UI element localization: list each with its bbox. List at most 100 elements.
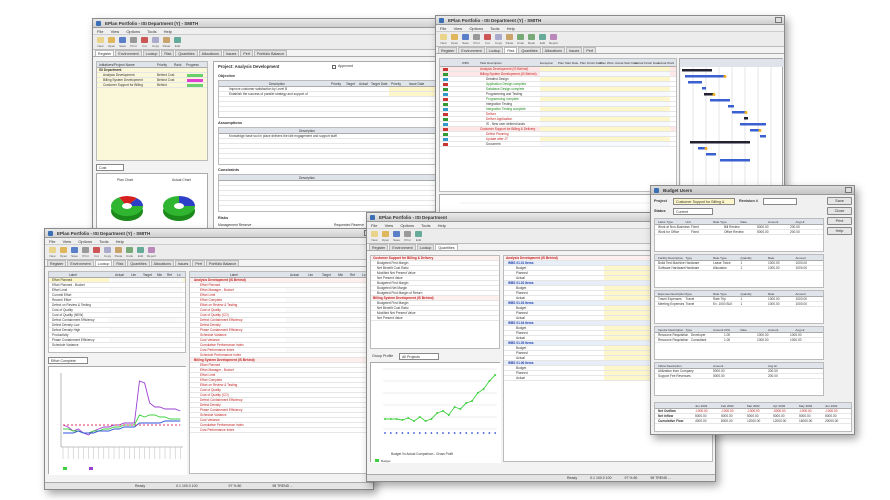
menu-view[interactable]: View xyxy=(63,239,72,244)
table-row[interactable]: Cumulative Flow 4000.00 8000.00 12000.00 120… xyxy=(655,419,851,424)
table-row[interactable] xyxy=(219,107,439,112)
tab-lookup[interactable]: Lookup xyxy=(94,260,113,266)
redo-button[interactable]: Redo xyxy=(527,33,536,45)
tab-perf[interactable]: Perf xyxy=(583,47,596,53)
table-row[interactable]: Work for Office Fixed Office Review 5000.00… xyxy=(655,230,823,235)
menu-tools[interactable]: Tools xyxy=(490,26,499,31)
menu-tools[interactable]: Tools xyxy=(99,239,108,244)
cut-button[interactable]: Cut xyxy=(483,33,492,45)
table-row[interactable] xyxy=(219,154,439,159)
tab-quantities[interactable]: Quantities xyxy=(127,260,150,266)
menu-file[interactable]: File xyxy=(371,223,377,228)
new-button[interactable]: New xyxy=(48,246,57,258)
menu-file[interactable]: File xyxy=(49,239,55,244)
tab-portfolio-balance[interactable]: Portfolio Balance xyxy=(205,260,240,266)
tab-lookup[interactable]: Lookup xyxy=(416,244,435,250)
menu-tools[interactable]: Tools xyxy=(147,29,156,34)
new-button[interactable]: New xyxy=(370,230,379,242)
print-button[interactable]: Print xyxy=(129,36,138,48)
tab-quantities[interactable]: Quantities xyxy=(518,47,541,53)
close-button[interactable]: Close xyxy=(827,207,852,215)
tab-quantities[interactable]: Quantities xyxy=(175,50,198,56)
menu-options[interactable]: Options xyxy=(469,26,483,31)
tab-risk[interactable]: Risk xyxy=(161,50,175,56)
cut-button[interactable]: Cut xyxy=(140,36,149,48)
menu-help[interactable]: Help xyxy=(164,29,172,34)
tab-environment[interactable]: Environment xyxy=(458,47,485,53)
tab-register[interactable]: Register xyxy=(95,50,115,56)
table-row[interactable]: Software Hardware Hardware Allocation 1 1000… xyxy=(655,266,823,271)
tab-allocations[interactable]: Allocations xyxy=(150,260,174,266)
tab-perf[interactable]: Perf xyxy=(192,260,205,266)
edit-button[interactable]: Edit xyxy=(136,246,145,258)
paste-button[interactable]: Paste xyxy=(114,246,123,258)
open-button[interactable]: Open xyxy=(450,33,459,45)
tab-environment[interactable]: Environment xyxy=(389,244,416,250)
tab-perf[interactable]: Perf xyxy=(240,50,253,56)
save-button[interactable]: Save xyxy=(461,33,470,45)
gantt-bar[interactable] xyxy=(720,159,750,162)
tab-issues[interactable]: Issues xyxy=(222,50,240,56)
open-button[interactable]: Open xyxy=(107,36,116,48)
menu-view[interactable]: View xyxy=(111,29,120,34)
gantt-bar[interactable] xyxy=(688,81,702,84)
window-titlebar[interactable]: EPlan Portfolio - ISI Department (Y) - S… xyxy=(93,19,446,28)
gantt-bar[interactable] xyxy=(704,93,714,96)
open-button[interactable]: Open xyxy=(381,230,390,242)
gantt-bar[interactable] xyxy=(682,69,712,72)
tab-portfolio-balance[interactable]: Portfolio Balance xyxy=(253,50,288,56)
undo-button[interactable]: Undo xyxy=(125,246,134,258)
tab-environment[interactable]: Environment xyxy=(115,50,142,56)
table-row[interactable]: Support Fee Revenues 5000.00 200.00 xyxy=(655,374,823,379)
gantt-bar[interactable] xyxy=(760,135,766,138)
tab-quantities[interactable]: Quantities xyxy=(435,244,458,250)
tree-item[interactable]: Customer Support for Billing Behind xyxy=(97,83,207,88)
print-button[interactable]: Print xyxy=(403,230,412,242)
copy-button[interactable]: Copy xyxy=(103,246,112,258)
menu-view[interactable]: View xyxy=(454,26,463,31)
save-button[interactable]: Save xyxy=(827,197,852,205)
gantt-bar[interactable] xyxy=(744,117,748,120)
chart-type-select[interactable]: Cost xyxy=(96,164,124,171)
print-button[interactable]: Print xyxy=(472,33,481,45)
save-button[interactable]: Save xyxy=(70,246,79,258)
gantt-milestone[interactable] xyxy=(712,93,716,96)
cut-button[interactable]: Cut xyxy=(92,246,101,258)
edit-button[interactable]: Edit xyxy=(173,36,182,48)
menu-file[interactable]: File xyxy=(97,29,103,34)
gantt-bar[interactable] xyxy=(728,105,734,108)
menu-tools[interactable]: Tools xyxy=(421,223,430,228)
tab-register[interactable]: Register xyxy=(438,47,458,53)
edit-button[interactable]: Edit xyxy=(414,230,423,242)
gantt-milestone[interactable] xyxy=(758,129,762,132)
table-row[interactable]: Resource Requisition Consultant 1.00 1000.0… xyxy=(655,338,823,343)
tab-issues[interactable]: Issues xyxy=(174,260,192,266)
close-icon[interactable] xyxy=(845,187,852,193)
tab-allocations[interactable]: Allocations xyxy=(541,47,565,53)
table-row[interactable]: Document xyxy=(440,142,676,147)
save-button[interactable]: Save xyxy=(392,230,401,242)
group-profile-select[interactable]: All Projects xyxy=(399,353,439,360)
gantt-bar[interactable] xyxy=(750,129,760,132)
gantt-bar[interactable] xyxy=(740,123,766,126)
menu-file[interactable]: File xyxy=(440,26,446,31)
table-row[interactable]: Cost Performance Index xyxy=(190,428,371,433)
gantt-bar[interactable] xyxy=(710,99,730,102)
tab-risk[interactable]: Risk xyxy=(504,47,518,53)
menu-help[interactable]: Help xyxy=(507,26,515,31)
tab-allocations[interactable]: Allocations xyxy=(198,50,222,56)
gantt-bar[interactable] xyxy=(706,153,716,156)
copy-button[interactable]: Copy xyxy=(494,33,503,45)
approved-checkbox[interactable] xyxy=(332,65,336,69)
window-titlebar[interactable]: EPlan Portfolio - ISI Department (Y) - S… xyxy=(436,16,784,25)
table-row[interactable]: Net Present Value xyxy=(371,316,499,321)
menu-options[interactable]: Options xyxy=(400,223,414,228)
table-row[interactable]: Schedule Variance xyxy=(49,343,185,348)
gantt-milestone[interactable] xyxy=(704,147,708,150)
print-button[interactable]: Print xyxy=(81,246,90,258)
new-button[interactable]: New xyxy=(439,33,448,45)
tab-lookup[interactable]: Lookup xyxy=(142,50,161,56)
gantt-bar[interactable] xyxy=(690,141,750,144)
menu-view[interactable]: View xyxy=(385,223,394,228)
tab-issues[interactable]: Issues xyxy=(565,47,583,53)
